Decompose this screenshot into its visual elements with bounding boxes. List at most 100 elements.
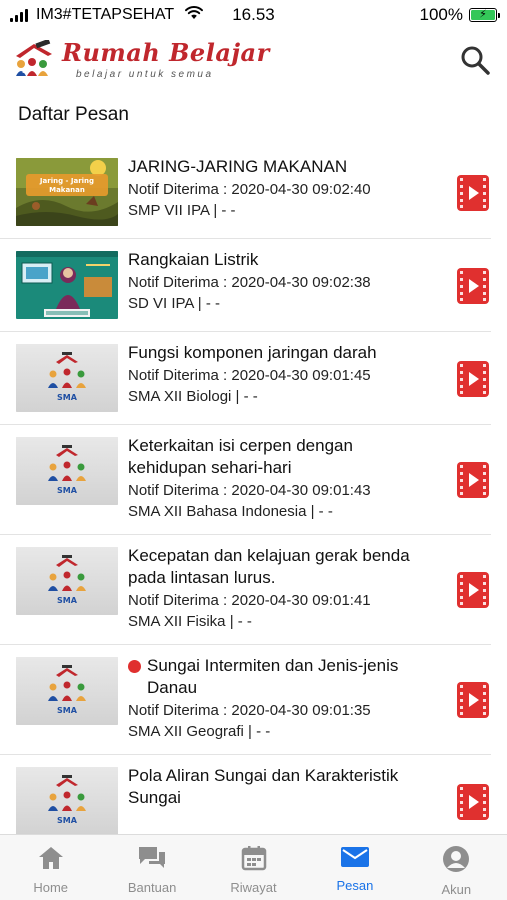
message-subject: SMA XII Fisika | - - xyxy=(128,613,252,630)
search-icon xyxy=(461,46,490,75)
message-title: Rangkaian Listrik xyxy=(128,250,259,269)
battery-icon: ⚡ xyxy=(469,8,500,22)
message-title: Pola Aliran Sungai dan Karakteristik Sun… xyxy=(128,766,399,807)
message-title-row: Fungsi komponen jaringan darah xyxy=(128,342,434,364)
svg-text:SMA: SMA xyxy=(57,816,78,825)
video-icon xyxy=(457,268,489,304)
message-thumbnail[interactable]: Jaring - Jaring Makanan xyxy=(16,158,118,226)
sma-placeholder-thumbnail: SMA xyxy=(16,547,118,615)
svg-text:Jaring - Jaring: Jaring - Jaring xyxy=(39,177,94,185)
status-bar: IM3#TETAPSEHAT 16.53 100% ⚡ xyxy=(0,0,507,30)
svg-text:Makanan: Makanan xyxy=(49,186,85,194)
message-list-item[interactable]: Jaring - Jaring Makanan JARING-JARING MAKA… xyxy=(0,146,491,239)
message-title: Sungai Intermiten dan Jenis-jenis Danau xyxy=(147,656,399,697)
svg-text:SMA: SMA xyxy=(57,596,78,605)
message-received-time: Notif Diterima : 2020-04-30 09:01:35 xyxy=(128,702,371,719)
app-header: S Rumah Belajar belajar untuk semua xyxy=(0,30,507,90)
message-title-row: Keterkaitan isi cerpen dengan kehidupan … xyxy=(128,435,434,479)
mail-icon xyxy=(340,845,370,874)
message-received-time: Notif Diterima : 2020-04-30 09:02:38 xyxy=(128,274,371,291)
play-video-button[interactable] xyxy=(455,359,491,399)
message-info: Sungai Intermiten dan Jenis-jenis Danau N… xyxy=(128,655,434,742)
message-received-time: Notif Diterima : 2020-04-30 09:01:43 xyxy=(128,482,371,499)
message-subject: SD VI IPA | - - xyxy=(128,295,220,312)
sma-placeholder-thumbnail: SMA xyxy=(16,437,118,505)
charging-bolt-icon: ⚡ xyxy=(479,8,487,21)
tab-label: Home xyxy=(33,880,69,895)
logo-mark-icon: S xyxy=(16,40,52,76)
search-button[interactable] xyxy=(455,40,495,80)
home-icon xyxy=(37,845,65,876)
tab-bantuan[interactable]: Bantuan xyxy=(101,835,202,900)
tab-pesan[interactable]: Pesan xyxy=(304,835,405,900)
play-video-button[interactable] xyxy=(455,680,491,720)
message-title-row: JARING-JARING MAKANAN xyxy=(128,156,434,178)
message-received-time: Notif Diterima : 2020-04-30 09:02:40 xyxy=(128,181,371,198)
play-video-button[interactable] xyxy=(455,173,491,213)
message-thumbnail[interactable]: SMA xyxy=(16,344,118,412)
svg-text:SMA: SMA xyxy=(57,706,78,715)
video-icon xyxy=(457,175,489,211)
message-title-row: Pola Aliran Sungai dan Karakteristik Sun… xyxy=(128,765,434,809)
message-info: Pola Aliran Sungai dan Karakteristik Sun… xyxy=(128,765,434,809)
message-list[interactable]: Jaring - Jaring Makanan JARING-JARING MAKA… xyxy=(0,146,507,834)
svg-text:SMA: SMA xyxy=(57,486,78,495)
message-subject: SMA XII Biologi | - - xyxy=(128,388,258,405)
message-list-item[interactable]: SMA Keterkaitan isi cerpen dengan kehidup… xyxy=(0,425,491,535)
tab-home[interactable]: Home xyxy=(0,835,101,900)
message-list-item[interactable]: SMA Sungai Intermiten dan Jenis-jenis Dan… xyxy=(0,645,491,755)
message-list-item[interactable]: SMA Kecepatan dan kelajuan gerak benda pa… xyxy=(0,535,491,645)
message-subject: SMP VII IPA | - - xyxy=(128,202,236,219)
play-video-button[interactable] xyxy=(455,782,491,822)
bottom-tab-bar: Home Bantuan Riwayat Pesan Akun xyxy=(0,834,507,900)
play-video-button[interactable] xyxy=(455,460,491,500)
message-info: JARING-JARING MAKANAN Notif Diterima : 20… xyxy=(128,156,434,221)
play-video-button[interactable] xyxy=(455,266,491,306)
video-icon xyxy=(457,682,489,718)
electric-circuit-thumbnail xyxy=(16,251,118,319)
svg-text:SMA: SMA xyxy=(57,393,78,402)
message-title: Kecepatan dan kelajuan gerak benda pada … xyxy=(128,546,410,587)
message-thumbnail[interactable]: SMA xyxy=(16,767,118,834)
message-list-item[interactable]: SMA Pola Aliran Sungai dan Karakteristik … xyxy=(0,755,491,834)
message-thumbnail[interactable]: SMA xyxy=(16,657,118,725)
message-subject: SMA XII Bahasa Indonesia | - - xyxy=(128,503,333,520)
sma-placeholder-thumbnail: SMA xyxy=(16,657,118,725)
battery-percent: 100% xyxy=(419,5,463,24)
tab-riwayat[interactable]: Riwayat xyxy=(203,835,304,900)
play-video-button[interactable] xyxy=(455,570,491,610)
food-web-thumbnail: Jaring - JaringMakanan xyxy=(16,158,118,226)
message-list-item[interactable]: SMA Fungsi komponen jaringan darah Notif D… xyxy=(0,332,491,425)
message-info: Keterkaitan isi cerpen dengan kehidupan … xyxy=(128,435,434,522)
status-right: 100% ⚡ xyxy=(419,5,500,25)
message-title-row: Sungai Intermiten dan Jenis-jenis Danau xyxy=(128,655,434,699)
section-title: Daftar Pesan xyxy=(18,104,129,125)
message-info: Fungsi komponen jaringan darah Notif Dite… xyxy=(128,342,434,407)
tab-akun[interactable]: Akun xyxy=(406,835,507,900)
unread-dot-icon xyxy=(128,660,141,673)
sma-placeholder-thumbnail: SMA xyxy=(16,767,118,834)
message-thumbnail[interactable]: SMA xyxy=(16,437,118,505)
message-list-item[interactable]: Rangkaian Listrik Notif Diterima : 2020-0… xyxy=(0,239,491,332)
message-info: Rangkaian Listrik Notif Diterima : 2020-0… xyxy=(128,249,434,314)
sma-placeholder-thumbnail: SMA xyxy=(16,344,118,412)
message-title: Fungsi komponen jaringan darah xyxy=(128,343,377,362)
rumah-belajar-logo[interactable]: S Rumah Belajar belajar untuk semua xyxy=(12,38,269,84)
video-icon xyxy=(457,784,489,820)
account-icon xyxy=(442,845,470,878)
message-title: JARING-JARING MAKANAN xyxy=(128,157,348,176)
message-info: Kecepatan dan kelajuan gerak benda pada … xyxy=(128,545,434,632)
tab-label: Bantuan xyxy=(127,880,177,895)
video-icon xyxy=(457,462,489,498)
message-thumbnail[interactable]: SMA xyxy=(16,547,118,615)
message-received-time: Notif Diterima : 2020-04-30 09:01:41 xyxy=(128,592,371,609)
chat-icon xyxy=(137,845,167,876)
message-thumbnail[interactable] xyxy=(16,251,118,319)
message-title-row: Rangkaian Listrik xyxy=(128,249,434,271)
calendar-icon xyxy=(241,845,267,876)
logo-tagline: belajar untuk semua xyxy=(76,69,214,80)
logo-title: Rumah Belajar xyxy=(62,38,270,67)
message-subject: SMA XII Geografi | - - xyxy=(128,723,271,740)
svg-text:S: S xyxy=(22,67,27,75)
video-icon xyxy=(457,572,489,608)
